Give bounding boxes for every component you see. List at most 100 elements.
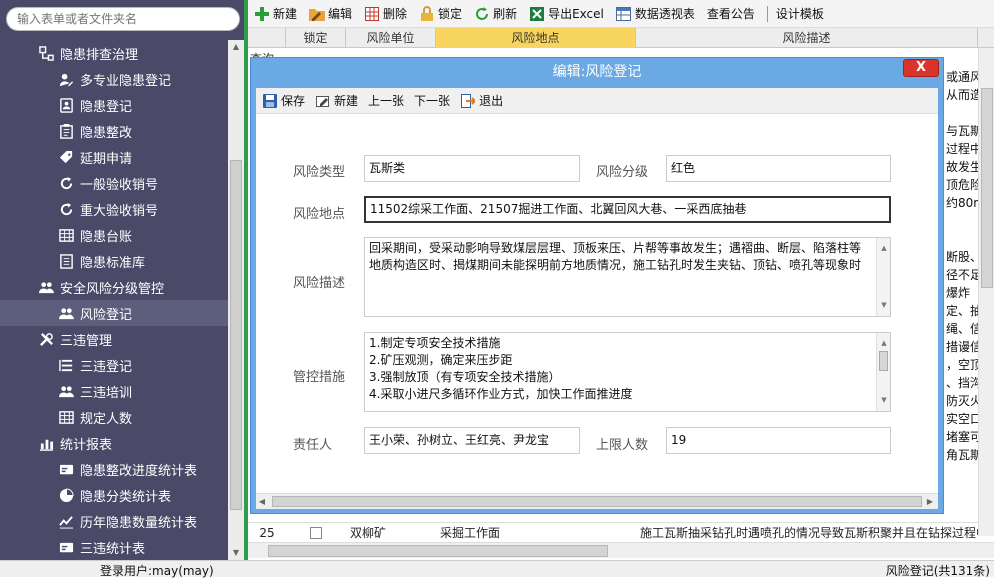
grid-cell-fragment: 顶危险	[946, 178, 980, 192]
save-button[interactable]: 保存	[262, 92, 305, 109]
lock-button[interactable]: 锁定	[419, 5, 462, 22]
sidebar-item[interactable]: 隐患排查治理	[0, 40, 228, 66]
sidebar-item[interactable]: 隐患登记	[0, 92, 228, 118]
delete-button[interactable]: 删除	[364, 5, 407, 22]
measures-scrollbar[interactable]: ▲ ▼	[876, 333, 890, 411]
sidebar-item[interactable]: 三违培训	[0, 378, 228, 404]
sidebar-item-label: 历年隐患数量统计表	[80, 515, 198, 531]
sidebar-item[interactable]: 隐患台账	[0, 222, 228, 248]
grid-cell-fragment: 措谩信	[946, 340, 980, 354]
grid-horizontal-scrollbar[interactable]	[248, 542, 994, 558]
contact-card-icon	[58, 97, 74, 113]
sidebar-item[interactable]: 隐患整改	[0, 118, 228, 144]
pivot-table-button[interactable]: 数据透视表	[616, 5, 695, 22]
scroll-up-icon[interactable]: ▲	[228, 40, 244, 54]
row-checkbox[interactable]	[286, 526, 346, 539]
exit-icon	[460, 93, 476, 109]
sidebar-scroll-thumb[interactable]	[230, 160, 242, 510]
dialog-new-button[interactable]: 新建	[315, 92, 358, 109]
row-unit: 双柳矿	[350, 526, 387, 540]
sidebar-item[interactable]: 规定人数	[0, 404, 228, 430]
risk-type-field[interactable]: 瓦斯类	[364, 155, 580, 182]
scroll-up-icon[interactable]: ▲	[877, 240, 890, 257]
sidebar-item[interactable]: 三违统计表	[0, 534, 228, 560]
document-icon	[58, 253, 74, 269]
measure-line: 3.强制放顶（有专项安全技术措施）	[369, 370, 561, 384]
sidebar-item[interactable]: 三违管理	[0, 326, 228, 352]
sidebar-scrollbar[interactable]: ▲ ▼	[228, 40, 244, 560]
sidebar-item[interactable]: 隐患整改进度统计表	[0, 456, 228, 482]
sidebar-item[interactable]: 统计报表	[0, 430, 228, 456]
sidebar-item[interactable]: 隐患分类统计表	[0, 482, 228, 508]
card-icon	[58, 461, 74, 477]
description-scrollbar[interactable]: ▲ ▼	[876, 238, 890, 316]
risk-level-field[interactable]: 红色	[666, 155, 891, 182]
status-bar: 登录用户:may(may) 风险登记(共131条)	[0, 560, 994, 578]
next-button[interactable]: 下一张	[414, 92, 450, 109]
control-measures-field[interactable]: 1.制定专项安全技术措施 2.矿压观测，确定来压步距 3.强制放顶（有专项安全技…	[364, 332, 891, 412]
view-notice-label: 查看公告	[706, 7, 755, 21]
grid-cell-fragment: 绳、信	[946, 322, 980, 336]
sidebar-item[interactable]: 一般验收销号	[0, 170, 228, 196]
edit-button-label: 编辑	[328, 7, 353, 21]
dialog-horizontal-scrollbar[interactable]: ◀ ▶	[256, 493, 938, 509]
scroll-right-icon[interactable]: ▶	[924, 495, 936, 509]
refresh-button[interactable]: 刷新	[474, 5, 517, 22]
dialog-new-label: 新建	[334, 94, 359, 108]
table-row[interactable]: 25 双柳矿 采掘工作面 施工瓦斯抽采钻孔时遇喷孔的情况导致瓦斯积聚并且在钻探过…	[248, 522, 978, 542]
previous-button[interactable]: 上一张	[368, 92, 404, 109]
grid-hscroll-thumb[interactable]	[268, 545, 608, 557]
grid-header-location[interactable]: 风险地点	[436, 28, 636, 48]
line-chart-icon	[58, 513, 74, 529]
risk-location-field[interactable]: 11502综采工作面、21507掘进工作面、北翼回风大巷、一采西底抽巷	[364, 196, 891, 223]
search-input[interactable]	[7, 8, 239, 30]
sidebar-item-label: 隐患标准库	[80, 255, 146, 271]
sidebar-item[interactable]: 多专业隐患登记	[0, 66, 228, 92]
grid-cell-fragment: 防灭火	[946, 394, 980, 408]
risk-description-field[interactable]: 回采期间，受采动影响导致煤层层理、顶板来压、片帮等事故发生；遇褶曲、断层、陷落柱…	[364, 237, 891, 317]
sidebar-item-label: 三违管理	[60, 333, 113, 349]
max-people-field[interactable]: 19	[666, 427, 891, 454]
sidebar-item[interactable]: 风险登记	[0, 300, 228, 326]
grid-vscroll-thumb[interactable]	[981, 88, 993, 288]
tag-icon	[58, 149, 74, 165]
export-excel-button[interactable]: 导出Excel	[529, 5, 604, 22]
sidebar-item-label: 一般验收销号	[80, 177, 159, 193]
view-notice-button[interactable]: 查看公告	[707, 5, 755, 22]
status-user: 登录用户:may(may)	[100, 564, 214, 578]
grid-vertical-scrollbar[interactable]	[978, 48, 994, 536]
sidebar-item-label: 隐患台账	[80, 229, 133, 245]
dialog-hscroll-thumb[interactable]	[272, 496, 922, 507]
edit-button[interactable]: 编辑	[309, 5, 352, 22]
responsible-label: 责任人	[293, 438, 333, 453]
grid-header-unit[interactable]: 风险单位	[346, 28, 436, 48]
scroll-left-icon[interactable]: ◀	[256, 495, 268, 509]
scroll-down-icon[interactable]: ▼	[877, 392, 890, 409]
new-button[interactable]: 新建	[254, 5, 297, 22]
sidebar-item[interactable]: 历年隐患数量统计表	[0, 508, 228, 534]
checkbox-icon[interactable]	[310, 526, 322, 539]
close-button[interactable]: X	[903, 59, 939, 77]
users-icon	[58, 383, 74, 399]
exit-button[interactable]: 退出	[460, 92, 503, 109]
sidebar-item-label: 安全风险分级管控	[60, 281, 165, 297]
grid-header-description[interactable]: 风险描述	[636, 28, 978, 48]
grid-header-lock[interactable]: 锁定	[286, 28, 346, 48]
sidebar-item[interactable]: 安全风险分级管控	[0, 274, 228, 300]
design-template-button[interactable]: 设计模板	[776, 5, 824, 22]
scroll-down-icon[interactable]: ▼	[877, 297, 890, 314]
scroll-up-icon[interactable]: ▲	[877, 335, 890, 352]
scroll-down-icon[interactable]: ▼	[228, 546, 244, 560]
exit-label: 退出	[479, 94, 504, 108]
sidebar-item[interactable]: 隐患标准库	[0, 248, 228, 274]
sidebar-item[interactable]: 延期申请	[0, 144, 228, 170]
delete-grid-icon	[364, 6, 380, 22]
sidebar-item[interactable]: 重大验收销号	[0, 196, 228, 222]
sidebar-item[interactable]: 三违登记	[0, 352, 228, 378]
measures-scroll-thumb[interactable]	[879, 351, 888, 371]
toolbar-separator	[766, 5, 768, 22]
users-icon	[58, 305, 74, 321]
grid-cell-fragment: 故发生	[946, 160, 980, 174]
responsible-field[interactable]: 王小荣、孙树立、王红亮、尹龙宝	[364, 427, 580, 454]
lock-icon	[419, 6, 435, 22]
